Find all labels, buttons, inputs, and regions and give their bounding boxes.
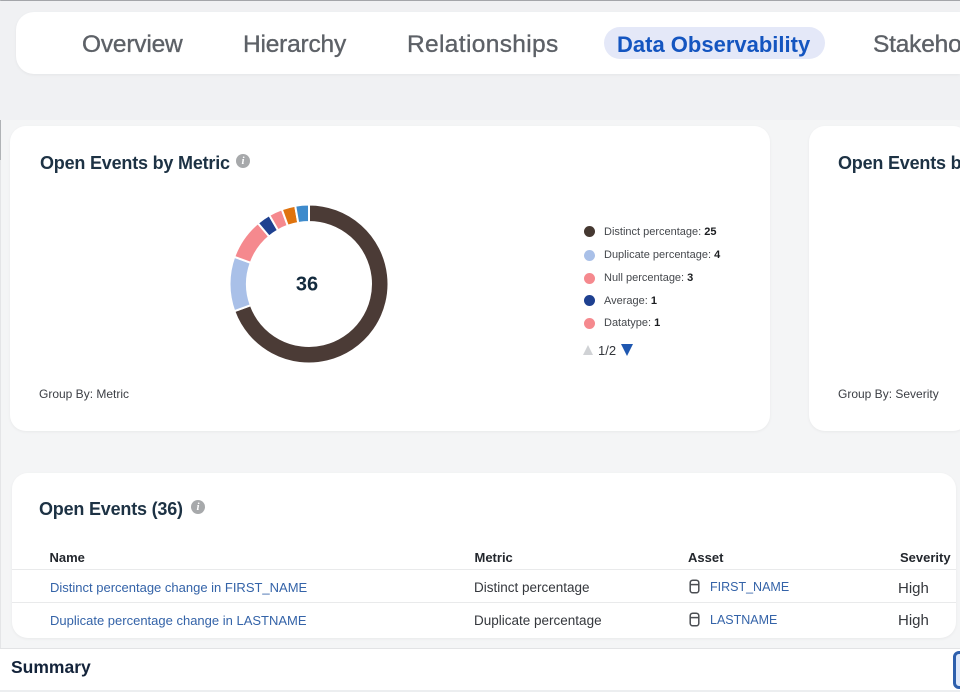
svg-text:36: 36 xyxy=(296,274,318,296)
